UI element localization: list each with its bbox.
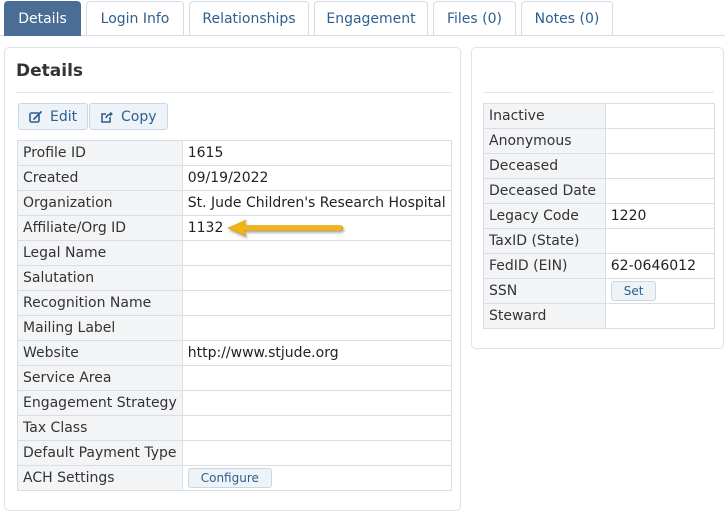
edit-icon [29, 110, 42, 123]
created-value: 09/19/2022 [181, 165, 452, 191]
ssn-cell: Set [604, 278, 716, 304]
table-row: Steward [483, 303, 716, 329]
steward-value [604, 303, 716, 329]
recognition-name-value [181, 290, 452, 316]
side-table: Inactive Anonymous Deceased Deceased Dat… [483, 103, 716, 329]
row-label-legal-name: Legal Name [17, 240, 183, 266]
tab-notes[interactable]: Notes (0) [521, 1, 613, 35]
ssn-set-button[interactable]: Set [610, 281, 657, 301]
copy-button-label: Copy [121, 108, 157, 125]
tab-login-info[interactable]: Login Info [86, 1, 184, 35]
deceased-value [604, 153, 716, 179]
table-row: Website http://www.stjude.org [17, 340, 452, 366]
table-row: Default Payment Type [17, 440, 452, 466]
deceased-date-value [604, 178, 716, 204]
default-payment-type-value [181, 440, 452, 466]
website-link[interactable]: http://www.stjude.org [181, 340, 452, 366]
table-row: Anonymous [483, 128, 716, 154]
share-icon [101, 111, 113, 123]
tab-engagement[interactable]: Engagement [314, 1, 428, 35]
table-row: Salutation [17, 265, 452, 291]
mailing-label-value [181, 315, 452, 341]
table-row: TaxID (State) [483, 228, 716, 254]
copy-button[interactable]: Copy [89, 103, 168, 130]
side-panel-divider [483, 92, 714, 93]
tab-files[interactable]: Files (0) [433, 1, 516, 35]
edit-button-label: Edit [50, 108, 78, 125]
row-label-steward: Steward [483, 303, 606, 329]
table-row: Created 09/19/2022 [17, 165, 452, 191]
tab-relationships[interactable]: Relationships [189, 1, 309, 35]
row-label-deceased: Deceased [483, 153, 606, 179]
tab-details[interactable]: Details [4, 1, 81, 36]
row-label-salutation: Salutation [17, 265, 183, 291]
row-label-ssn: SSN [483, 278, 606, 304]
table-row: Service Area [17, 365, 452, 391]
table-row: Mailing Label [17, 315, 452, 341]
engagement-strategy-value [181, 390, 452, 416]
row-label-website: Website [17, 340, 183, 366]
configure-button[interactable]: Configure [187, 468, 272, 488]
row-label-legacy-code: Legacy Code [483, 203, 606, 229]
row-label-affiliate-org-id: Affiliate/Org ID [17, 215, 183, 241]
arrow-left-icon [227, 219, 344, 237]
table-row: Inactive [483, 103, 716, 129]
table-row: Organization St. Jude Children's Researc… [17, 190, 452, 216]
table-row: Deceased [483, 153, 716, 179]
table-row: Legacy Code 1220 [483, 203, 716, 229]
table-row: Tax Class [17, 415, 452, 441]
row-label-mailing-label: Mailing Label [17, 315, 183, 341]
row-label-deceased-date: Deceased Date [483, 178, 606, 204]
row-label-recognition-name: Recognition Name [17, 290, 183, 316]
taxid-state-value [604, 228, 716, 254]
row-label-ach-settings: ACH Settings [17, 465, 183, 491]
row-label-created: Created [17, 165, 183, 191]
table-row: Legal Name [17, 240, 452, 266]
panel-title: Details [16, 61, 84, 81]
ach-settings-cell: Configure [181, 465, 452, 491]
table-row: Deceased Date [483, 178, 716, 204]
profile-id-link[interactable]: 1615 [181, 140, 452, 166]
details-panel: Details Edit Copy Profile ID 1615 Create… [4, 47, 461, 511]
side-panel: Inactive Anonymous Deceased Deceased Dat… [471, 47, 724, 349]
service-area-value [181, 365, 452, 391]
row-label-engagement-strategy: Engagement Strategy [17, 390, 183, 416]
table-row: ACH Settings Configure [17, 465, 452, 491]
row-label-taxid-state: TaxID (State) [483, 228, 606, 254]
row-label-default-payment-type: Default Payment Type [17, 440, 183, 466]
row-label-organization: Organization [17, 190, 183, 216]
table-row: Profile ID 1615 [17, 140, 452, 166]
tax-class-value [181, 415, 452, 441]
row-label-profile-id: Profile ID [17, 140, 183, 166]
organization-value: St. Jude Children's Research Hospital [181, 190, 452, 216]
table-row: Recognition Name [17, 290, 452, 316]
panel-divider [16, 92, 451, 93]
details-table: Profile ID 1615 Created 09/19/2022 Organ… [17, 140, 452, 491]
row-label-fedid-ein: FedID (EIN) [483, 253, 606, 279]
fedid-ein-value: 62-0646012 [604, 253, 716, 279]
row-label-anonymous: Anonymous [483, 128, 606, 154]
row-label-inactive: Inactive [483, 103, 606, 129]
salutation-value [181, 265, 452, 291]
row-label-tax-class: Tax Class [17, 415, 183, 441]
legacy-code-value: 1220 [604, 203, 716, 229]
table-row: Engagement Strategy [17, 390, 452, 416]
tab-bar-divider [0, 35, 725, 36]
table-row: FedID (EIN) 62-0646012 [483, 253, 716, 279]
tab-bar: Details Login Info Relationships Engagem… [0, 0, 725, 36]
table-row: SSN Set [483, 278, 716, 304]
row-label-service-area: Service Area [17, 365, 183, 391]
anonymous-value [604, 128, 716, 154]
inactive-value [604, 103, 716, 129]
edit-button[interactable]: Edit [18, 103, 89, 130]
legal-name-value [181, 240, 452, 266]
